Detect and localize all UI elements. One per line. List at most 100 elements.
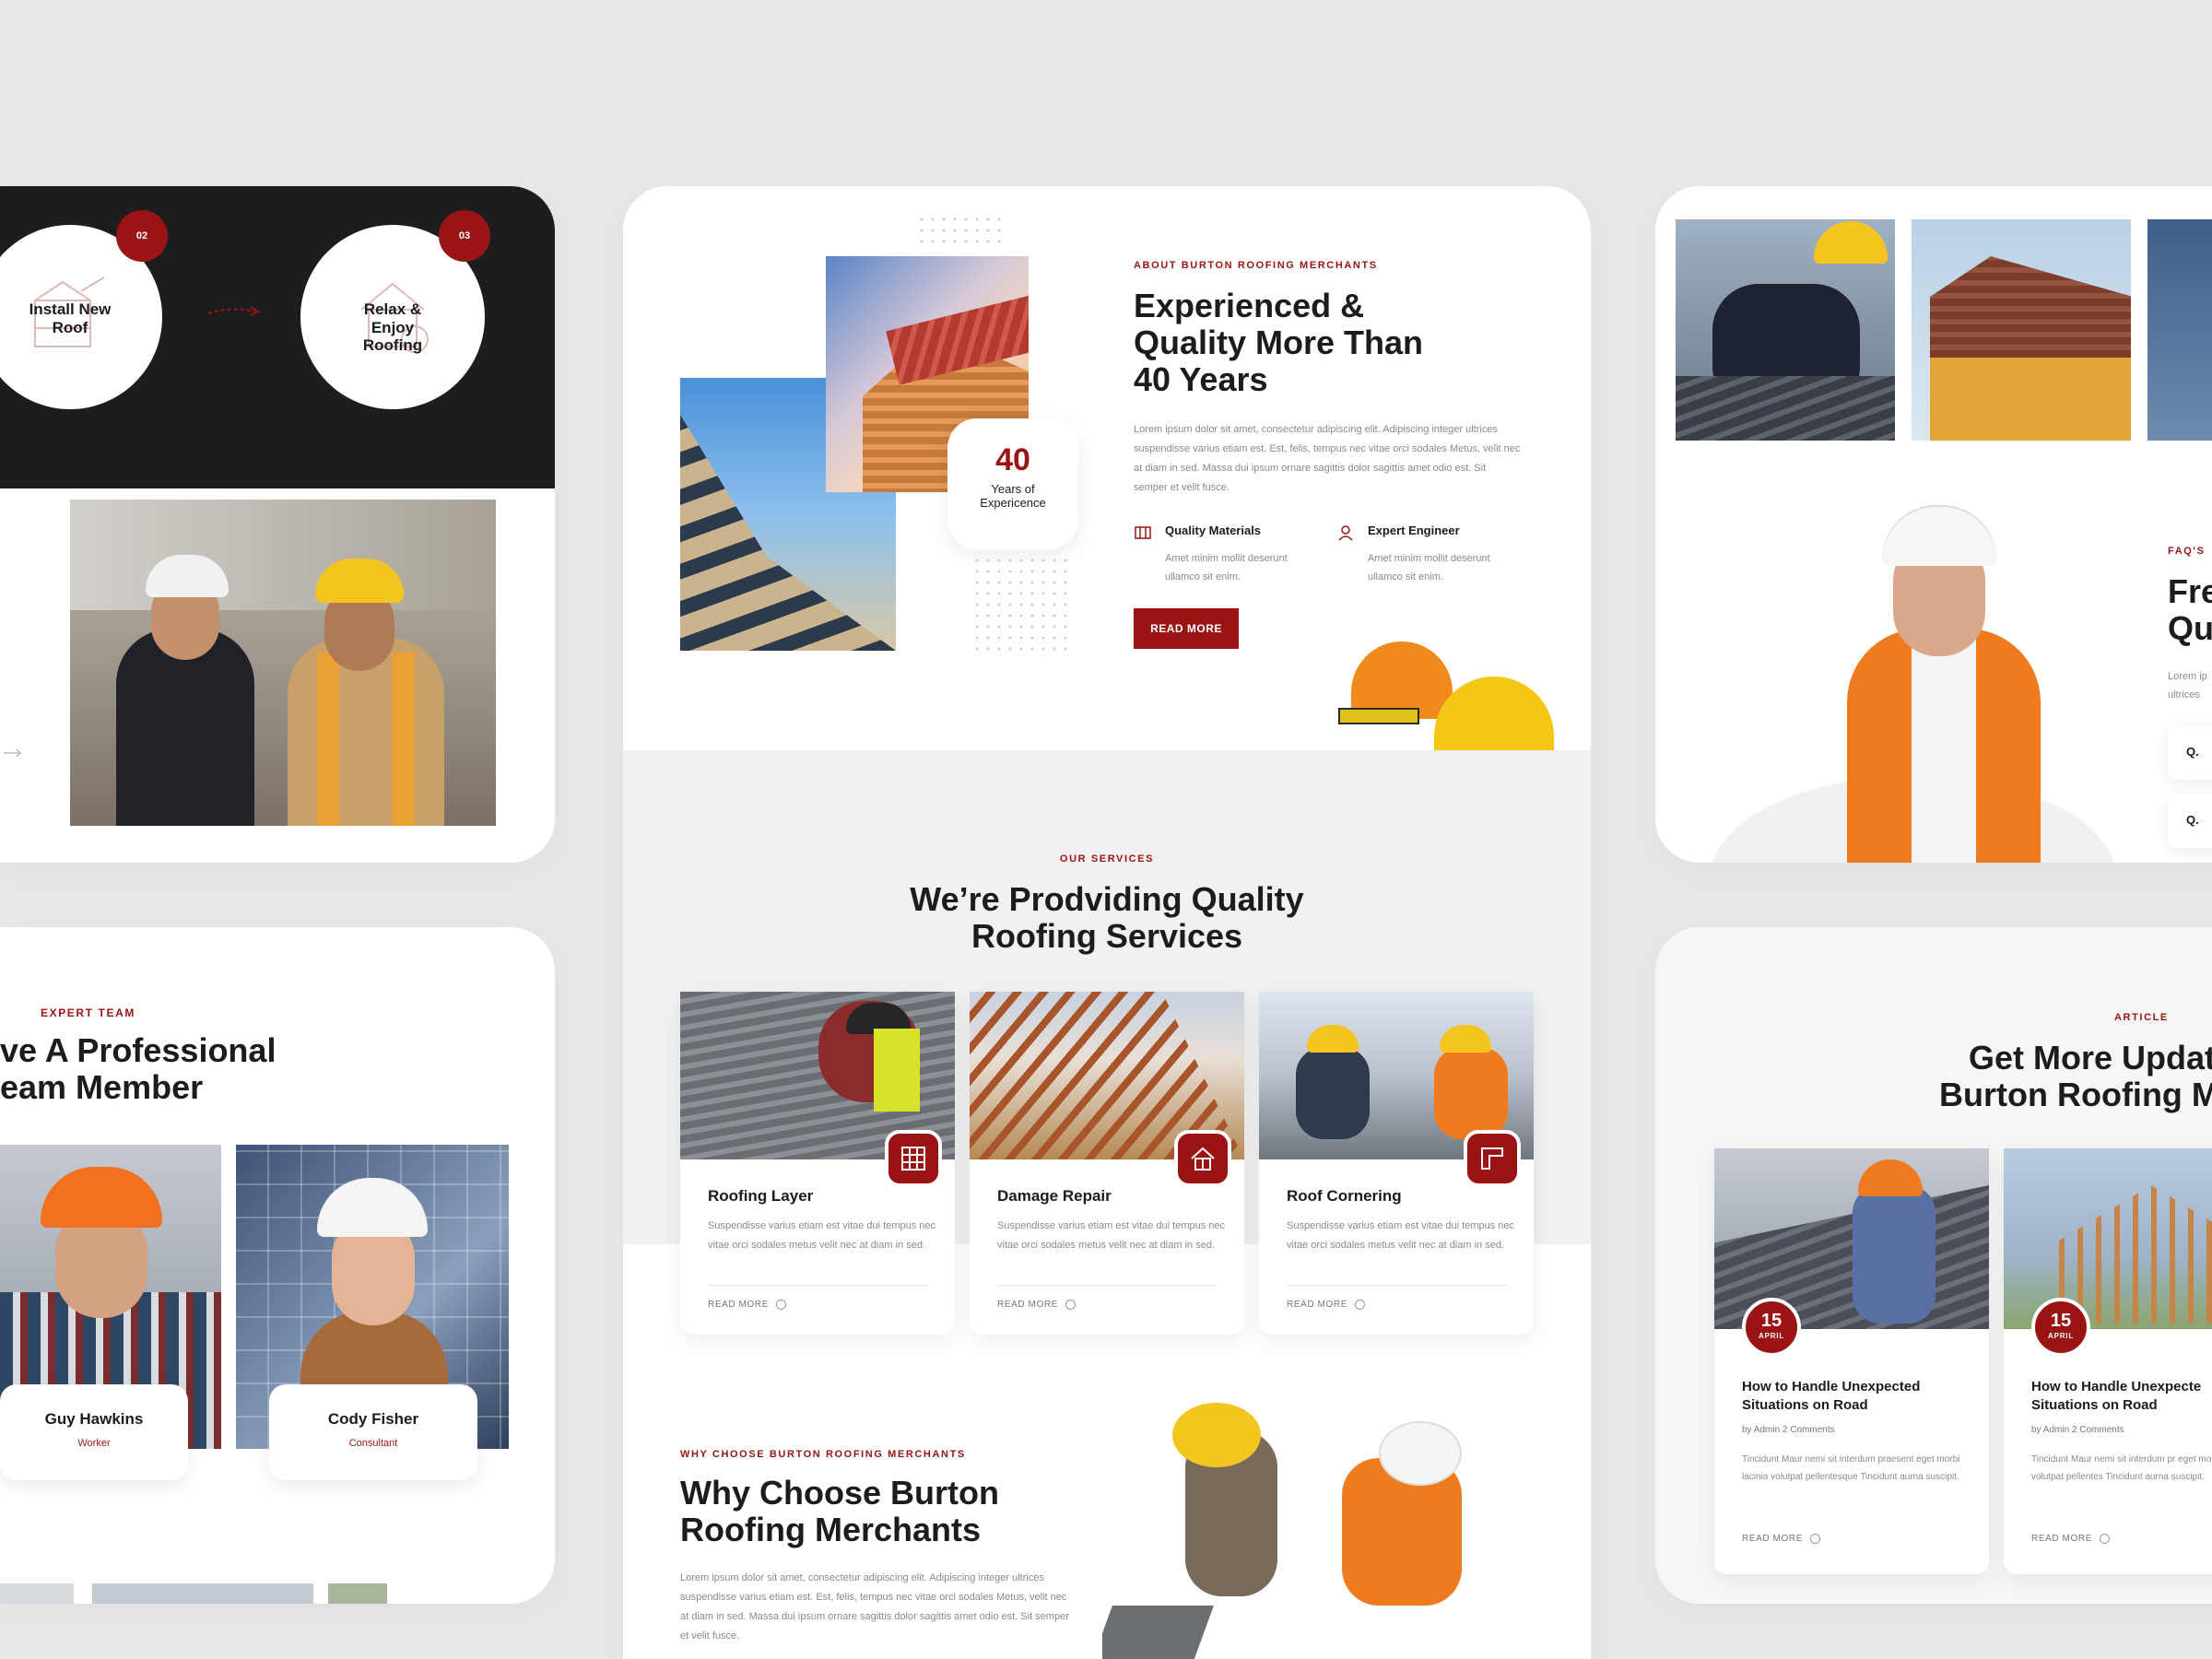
team-member-name: Cody Fisher bbox=[327, 1410, 419, 1428]
articles-eyebrow: ARTICLE bbox=[2114, 1012, 2169, 1023]
divider bbox=[997, 1285, 1217, 1286]
house-repair-icon bbox=[1191, 1147, 1215, 1171]
article-card[interactable]: 15 APRIL How to Handle Unexpected Situat… bbox=[1714, 1148, 1989, 1574]
service-read-more-link[interactable]: READ MORE bbox=[708, 1300, 786, 1310]
team-card: EXPERT TEAM ve A Professional eam Member… bbox=[0, 927, 555, 1604]
corner-icon bbox=[1481, 1147, 1503, 1170]
about-title-line3: 40 Years bbox=[1134, 360, 1268, 398]
team-eyebrow: EXPERT TEAM bbox=[41, 1006, 135, 1019]
faq-question-item[interactable]: Q. bbox=[2168, 726, 2212, 780]
services-title-line2: Roofing Services bbox=[971, 917, 1243, 955]
experience-number: 40 bbox=[995, 442, 1030, 477]
process-card: Install New Roof 02 Relax & Enjoy Roofin… bbox=[0, 186, 555, 863]
about-title-line1: Experienced & bbox=[1134, 287, 1365, 324]
team-member-card[interactable]: Cody Fisher Consultant bbox=[269, 1384, 477, 1480]
team-hands-photo bbox=[1102, 1403, 1563, 1659]
why-title-line2: Roofing Merchants bbox=[680, 1511, 982, 1548]
team-title-line1: ve A Professional bbox=[0, 1031, 276, 1069]
faq-title-line2: Qu bbox=[2168, 609, 2212, 647]
arrow-circle-icon bbox=[1354, 1300, 1365, 1310]
article-meta: by Admin 2 Comments bbox=[1742, 1425, 1835, 1435]
read-more-label: READ MORE bbox=[1742, 1534, 1803, 1544]
article-date-day: 15 bbox=[1760, 1311, 1783, 1331]
feature-title: Expert Engineer bbox=[1368, 524, 1460, 537]
arrow-right-icon bbox=[4, 748, 22, 758]
service-text: Suspendisse varius etiam est vitae dui t… bbox=[997, 1220, 1226, 1251]
faq-card: FAQ'S Fre Qu Lorem ip ultrices Q. Q. bbox=[1655, 186, 2212, 863]
faq-question-item[interactable]: Q. bbox=[2168, 794, 2212, 848]
article-date-badge: 15 APRIL bbox=[1742, 1298, 1801, 1357]
read-more-label: READ MORE bbox=[2031, 1534, 2092, 1544]
roof-edge-photo bbox=[2147, 219, 2212, 441]
why-title-line1: Why Choose Burton bbox=[680, 1474, 999, 1512]
service-badge bbox=[885, 1130, 942, 1187]
faq-question-label: Q. bbox=[2186, 745, 2199, 759]
service-title: Damage Repair bbox=[997, 1187, 1112, 1205]
why-paragraph: Lorem ipsum dolor sit amet, consectetur … bbox=[680, 1572, 1069, 1641]
faq-title-line1: Fre bbox=[2168, 572, 2212, 610]
service-read-more-link[interactable]: READ MORE bbox=[1287, 1300, 1365, 1310]
why-eyebrow: WHY CHOOSE BURTON ROOFING MERCHANTS bbox=[680, 1449, 966, 1460]
article-text: Tincidunt Maur nemi sit interdum praesen… bbox=[1742, 1454, 1960, 1482]
articles-card: ARTICLE Get More Update Burton Roofing M… bbox=[1655, 927, 2212, 1604]
article-card[interactable]: 15 APRIL How to Handle Unexpecte Situati… bbox=[2004, 1148, 2212, 1574]
team-next-row bbox=[0, 1583, 553, 1604]
article-title-line2: Situations on Road bbox=[1742, 1397, 1868, 1413]
divider bbox=[1287, 1285, 1506, 1286]
process-step-badge: 03 bbox=[439, 210, 490, 262]
service-card[interactable]: Roof Cornering Suspendisse varius etiam … bbox=[1259, 992, 1534, 1335]
article-title-line1: How to Handle Unexpected bbox=[1742, 1379, 1921, 1394]
process-step-install-label: Install New Roof bbox=[29, 300, 112, 336]
article-title-line1: How to Handle Unexpecte bbox=[2031, 1379, 2202, 1394]
house-roof-photo bbox=[1912, 219, 2131, 441]
service-title: Roofing Layer bbox=[708, 1187, 814, 1205]
services-title-line1: We’re Prodviding Quality bbox=[910, 880, 1304, 918]
arrow-circle-icon bbox=[1065, 1300, 1076, 1310]
service-card[interactable]: Damage Repair Suspendisse varius etiam e… bbox=[970, 992, 1244, 1335]
article-title-line2: Situations on Road bbox=[2031, 1397, 2158, 1413]
experience-badge: 40 Years of Expericence bbox=[947, 418, 1078, 549]
article-read-more-link[interactable]: READ MORE bbox=[1742, 1534, 1820, 1544]
feature-text-line2: ullamco sit enim. bbox=[1165, 571, 1241, 582]
article-photo bbox=[2004, 1148, 2212, 1329]
dot-pattern bbox=[916, 214, 1008, 251]
handshake-photo bbox=[70, 500, 496, 826]
arrow-circle-icon bbox=[775, 1300, 786, 1310]
dot-pattern bbox=[971, 555, 1073, 656]
about-read-more-button[interactable]: READ MORE bbox=[1134, 608, 1239, 649]
experience-label-line1: Years of bbox=[991, 482, 1035, 496]
about-paragraph: Lorem ipsum dolor sit amet, consectetur … bbox=[1134, 424, 1521, 493]
team-member-role: Worker bbox=[77, 1438, 111, 1449]
feature-text-line1: Amet minim mollit deserunt bbox=[1368, 553, 1490, 564]
arrow-circle-icon bbox=[1809, 1534, 1820, 1544]
team-member-name: Guy Hawkins bbox=[44, 1410, 144, 1428]
engineer-photo bbox=[1792, 481, 2087, 863]
feature-title: Quality Materials bbox=[1165, 524, 1262, 537]
feature-text-line2: ullamco sit enim. bbox=[1368, 571, 1443, 582]
service-badge bbox=[1174, 1130, 1231, 1187]
service-read-more-link[interactable]: READ MORE bbox=[997, 1300, 1076, 1310]
read-more-label: READ MORE bbox=[997, 1300, 1058, 1310]
team-member-role: Consultant bbox=[348, 1438, 398, 1449]
expert-engineer-icon bbox=[1338, 525, 1353, 541]
divider bbox=[708, 1285, 927, 1286]
read-more-label: READ MORE bbox=[708, 1300, 769, 1310]
process-step-badge: 02 bbox=[116, 210, 168, 262]
feature-text-line1: Amet minim mollit deserunt bbox=[1165, 553, 1288, 564]
quality-materials-icon bbox=[1135, 526, 1151, 539]
level-tool-image bbox=[1338, 708, 1419, 724]
process-step-relax-label: Relax & Enjoy Roofing bbox=[362, 300, 423, 355]
service-card[interactable]: Roofing Layer Suspendisse varius etiam e… bbox=[680, 992, 955, 1335]
article-date-day: 15 bbox=[2050, 1311, 2072, 1331]
articles-title-line1: Get More Update bbox=[1969, 1039, 2212, 1077]
arrow-icon bbox=[207, 306, 261, 316]
faq-question-label: Q. bbox=[2186, 813, 2199, 827]
team-title-line2: eam Member bbox=[0, 1068, 204, 1106]
faq-para-line1: Lorem ip bbox=[2168, 671, 2207, 682]
article-read-more-link[interactable]: READ MORE bbox=[2031, 1534, 2110, 1544]
services-eyebrow: OUR SERVICES bbox=[1059, 853, 1155, 865]
about-title-line2: Quality More Than bbox=[1134, 324, 1424, 361]
team-member-card[interactable]: Guy Hawkins Worker bbox=[0, 1384, 188, 1480]
service-text: Suspendisse varius etiam est vitae dui t… bbox=[708, 1220, 936, 1251]
experience-label-line2: Expericence bbox=[980, 496, 1046, 510]
